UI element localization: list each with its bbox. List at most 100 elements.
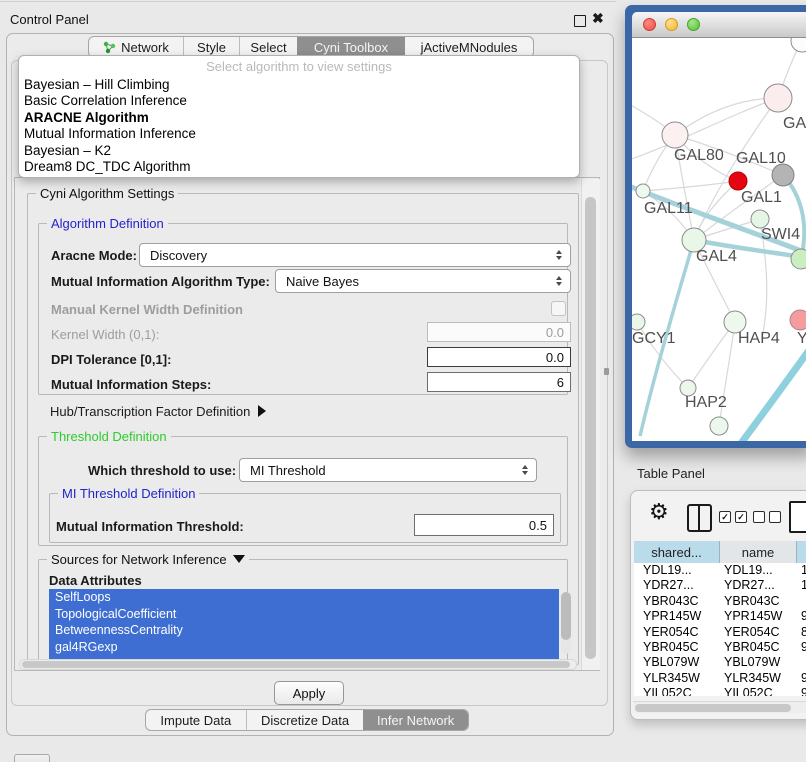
network-node[interactable] (791, 38, 806, 52)
table-panel-title: Table Panel (637, 466, 705, 481)
tab-infer-network[interactable]: Infer Network (363, 710, 468, 730)
table-row[interactable]: YDL19...YDL19...13 (634, 563, 806, 578)
top-divider (0, 1, 616, 2)
tab-cyni-toolbox-label: Cyni Toolbox (314, 40, 388, 55)
bottom-left-button[interactable] (14, 754, 50, 762)
data-attribute-item[interactable]: SelfLoops (49, 589, 559, 606)
dpi-tolerance-field[interactable]: 0.0 (427, 347, 571, 367)
settings-horizontal-scrollbar[interactable] (19, 659, 577, 670)
table-cell: YER054C (634, 625, 720, 640)
which-threshold-select[interactable]: MI Threshold (239, 458, 537, 482)
algorithm-option[interactable]: ARACNE Algorithm (19, 110, 579, 126)
cyni-bottom-tabs: Impute Data Discretize Data Infer Networ… (145, 709, 469, 731)
algorithm-option[interactable]: Dream8 DC_TDC Algorithm (19, 159, 579, 175)
select-all-checkboxes-icon[interactable]: ✓✓ (719, 511, 747, 523)
network-canvas[interactable]: GALGAL80GAL10GAL11GAL1GAL4SWI4GCY1HAP4YH… (632, 38, 806, 441)
apply-button[interactable]: Apply (274, 681, 344, 705)
columns-icon[interactable] (687, 504, 712, 532)
window-close-icon[interactable] (643, 18, 656, 31)
data-attribute-item[interactable]: BetweennessCentrality (49, 622, 559, 639)
network-node-label: GAL10 (736, 150, 786, 167)
mi-steps-field[interactable]: 6 (427, 372, 571, 392)
network-node[interactable] (790, 310, 806, 330)
network-node[interactable] (710, 417, 728, 435)
tab-cyni-toolbox[interactable]: Cyni Toolbox (297, 37, 405, 57)
algorithm-option[interactable]: Bayesian – Hill Climbing (19, 77, 579, 93)
splitter-handle[interactable] (604, 368, 609, 375)
float-window-icon[interactable] (574, 15, 586, 27)
table-cell: YDR27... (634, 578, 720, 593)
manual-kernel-label: Manual Kernel Width Definition (51, 302, 243, 317)
tab-jactivemnodules[interactable]: jActiveMNodules (405, 37, 533, 57)
table-cell: 9. (797, 671, 806, 686)
cyni-algorithm-settings-group: Cyni Algorithm Settings Algorithm Defini… (27, 193, 579, 665)
network-node[interactable] (791, 249, 806, 269)
table-row[interactable]: YLR345WYLR345W9. (634, 671, 806, 686)
settings-scroll-viewport: Cyni Algorithm Settings Algorithm Defini… (14, 177, 600, 671)
mi-threshold-field[interactable]: 0.5 (414, 514, 554, 536)
table-cell: 13 (797, 563, 806, 578)
table-toolbar: ⚙ ✓✓ (631, 491, 806, 539)
network-node[interactable] (632, 314, 645, 330)
table-cell: YPR145W (634, 609, 720, 624)
data-attribute-item[interactable]: gal4RGexp (49, 639, 559, 656)
mi-type-select[interactable]: Naive Bayes (275, 269, 571, 293)
table-row[interactable]: YBR045CYBR045C9. (634, 640, 806, 655)
document-icon[interactable] (789, 501, 806, 533)
gear-icon[interactable]: ⚙ (649, 499, 669, 525)
algorithm-option-list: Bayesian – Hill ClimbingBasic Correlatio… (19, 77, 579, 175)
network-node[interactable] (772, 164, 794, 186)
table-row[interactable]: YPR145WYPR145W9. (634, 609, 806, 624)
table-cell: YDL19... (634, 563, 720, 578)
table-row[interactable]: YDR27...YDR27...12 (634, 578, 806, 593)
settings-vertical-scrollbar[interactable] (581, 179, 600, 670)
network-node-label: GAL (783, 115, 806, 132)
algorithm-option[interactable]: Mutual Information Inference (19, 126, 579, 142)
attributes-scrollbar[interactable] (561, 592, 571, 654)
network-node[interactable] (636, 184, 650, 198)
network-node[interactable] (662, 122, 688, 148)
tab-impute-data[interactable]: Impute Data (146, 710, 246, 730)
table-cell: YIL052C (720, 686, 797, 696)
hub-section-toggle[interactable]: Hub/Transcription Factor Definition (50, 404, 266, 419)
table-cell: YDR27... (720, 578, 797, 593)
aracne-mode-select[interactable]: Discovery (139, 243, 571, 267)
manual-kernel-checkbox[interactable] (551, 301, 566, 316)
tab-style[interactable]: Style (183, 37, 239, 57)
table-row[interactable]: YBR043CYBR043C (634, 594, 806, 609)
table-cell: 9. (797, 609, 806, 624)
tab-select[interactable]: Select (239, 37, 297, 57)
network-node-label: Y (797, 330, 806, 347)
table-row[interactable]: YIL052CYIL052C9 (634, 686, 806, 696)
table-horizontal-scrollbar[interactable] (633, 701, 806, 713)
network-node-label: GAL80 (674, 147, 724, 164)
window-minimize-icon[interactable] (665, 18, 678, 31)
sources-group: Sources for Network Inference Data Attri… (38, 559, 568, 665)
network-window-titlebar[interactable] (632, 12, 806, 38)
table-cell: YPR145W (720, 609, 797, 624)
table-cell: YLR345W (634, 671, 720, 686)
threshold-definition-group: Threshold Definition Which threshold to … (38, 436, 568, 546)
network-node[interactable] (729, 172, 747, 190)
table-row[interactable]: YER054CYER054C8. (634, 625, 806, 640)
column-header-shared[interactable]: shared... (634, 541, 720, 563)
network-node-label: SWI4 (761, 226, 800, 243)
algorithm-option[interactable]: Bayesian – K2 (19, 143, 579, 159)
sources-group-title[interactable]: Sources for Network Inference (47, 552, 249, 567)
algorithm-dropdown-popup: Select algorithm to view settings Bayesi… (18, 55, 580, 178)
close-icon[interactable]: ✖ (592, 10, 604, 27)
data-attribute-item[interactable]: TopologicalCoefficient (49, 606, 559, 623)
tab-network[interactable]: Network (89, 37, 183, 57)
algorithm-option[interactable]: Basic Correlation Inference (19, 93, 579, 109)
table-cell: YLR345W (720, 671, 797, 686)
network-node-label: GAL4 (696, 248, 737, 265)
column-header-partial[interactable] (797, 541, 806, 563)
table-row[interactable]: YBL079WYBL079W (634, 655, 806, 670)
column-header-name[interactable]: name (720, 541, 797, 563)
deselect-all-checkboxes-icon[interactable] (753, 511, 781, 523)
tab-style-label: Style (197, 40, 226, 55)
tab-discretize-data[interactable]: Discretize Data (246, 710, 364, 730)
window-zoom-icon[interactable] (687, 18, 700, 31)
network-node[interactable] (764, 84, 792, 112)
data-attributes-list[interactable]: SelfLoopsTopologicalCoefficientBetweenne… (49, 589, 559, 659)
